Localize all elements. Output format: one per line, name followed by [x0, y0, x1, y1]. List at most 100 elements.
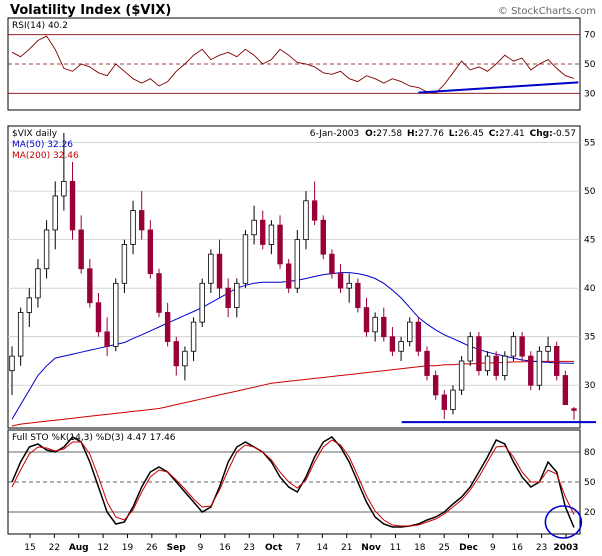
candle-body [363, 307, 370, 333]
candle-body [260, 219, 266, 245]
candle-body [43, 229, 50, 270]
candle-body [545, 346, 551, 352]
x-tick-label: Nov [361, 543, 381, 553]
x-tick-label: Dec [459, 543, 478, 553]
candle-body [87, 268, 93, 304]
candle-body [190, 321, 197, 352]
candle-body [173, 341, 179, 367]
close-value: 27.41 [499, 129, 525, 139]
close-label: C: [489, 129, 499, 139]
x-tick-label: 25 [438, 543, 449, 553]
candle-body [311, 200, 318, 221]
candle-body [251, 219, 257, 236]
y-tick-label: 30 [584, 89, 596, 99]
candle-body [562, 375, 569, 406]
candle-body [104, 331, 110, 347]
ohlc-readout: 6-Jan-2003 O:27.58 H:27.76 L:26.45 C:27.… [310, 129, 576, 139]
chart-svg: Volatility Index ($VIX) © StockCharts.co… [7, 3, 596, 553]
candle-body [415, 321, 422, 352]
candle-body [78, 229, 84, 270]
x-tick-label: Oct [265, 543, 283, 553]
price-axis: 30 35 40 45 50 55 [584, 139, 596, 392]
candle-body [130, 210, 136, 245]
price-panel [7, 125, 581, 429]
candle-body [476, 336, 482, 372]
candle-body [510, 336, 517, 357]
candle-body [502, 355, 508, 376]
x-tick-label: 16 [219, 543, 231, 553]
candle-body [61, 180, 67, 197]
x-tick-label: 16 [512, 543, 524, 553]
candle-body [95, 302, 102, 333]
chart-title: Volatility Index ($VIX) [10, 3, 171, 18]
open-value: 27.58 [376, 129, 402, 139]
symbol-label: $VIX daily [12, 129, 58, 139]
copyright: © StockCharts.com [498, 6, 596, 17]
x-axis: 15 22 Aug 12 19 26 Sep 9 16 23 Oct 7 14 21 Nov 11 18 25 De… [24, 534, 579, 553]
candle-body [138, 210, 145, 231]
x-tick-label: 15 [24, 543, 35, 553]
x-tick-label: Aug [69, 543, 89, 553]
x-tick-label: 14 [317, 543, 329, 553]
candle-body [294, 239, 301, 289]
candle-body [528, 355, 534, 386]
candle-body [519, 336, 525, 357]
candle-body [164, 312, 171, 342]
change-label: Chg: [530, 129, 553, 139]
y-tick-label: 30 [584, 381, 596, 391]
x-tick-label: 9 [198, 543, 204, 553]
x-tick-label: 22 [49, 543, 60, 553]
candle-body [26, 297, 32, 313]
candle-body [484, 355, 491, 372]
candle-body [355, 282, 361, 308]
candle-body [450, 389, 456, 410]
candle-body [424, 350, 430, 376]
y-tick-label: 70 [584, 31, 596, 41]
ohlc-date: 6-Jan-2003 [310, 129, 360, 139]
x-tick-label: 12 [97, 543, 108, 553]
candle-body [407, 321, 413, 342]
y-tick-label: 55 [584, 139, 595, 149]
x-tick-label: 23 [244, 543, 255, 553]
candle-body [398, 341, 404, 352]
candle-body [381, 316, 387, 338]
y-tick-label: 45 [584, 236, 595, 246]
candle-body [69, 180, 76, 231]
candle-body [113, 282, 119, 347]
x-tick-label: 21 [341, 543, 352, 553]
candle-body [493, 355, 499, 376]
y-tick-label: 35 [584, 333, 595, 343]
candle-body [329, 253, 335, 275]
x-tick-label: 23 [536, 543, 547, 553]
candle-body [285, 263, 292, 289]
candle-body [337, 273, 344, 289]
low-label: L: [449, 129, 458, 139]
sto-axis: 20 50 80 [584, 448, 596, 518]
x-tick-label: 7 [295, 543, 301, 553]
x-tick-label: Sep [167, 543, 187, 553]
y-tick-label: 20 [584, 508, 596, 518]
candle-body [536, 350, 543, 386]
candle-body [52, 195, 58, 231]
x-tick-label: 26 [146, 543, 158, 553]
ma50-label: MA(50) 32.26 [12, 140, 73, 150]
ma200-label: MA(200) 32.46 [12, 151, 79, 161]
candle-body [467, 336, 473, 362]
candle-body [458, 360, 465, 391]
candle-body [225, 287, 231, 308]
x-tick-label: 18 [414, 543, 426, 553]
candle-body [432, 375, 439, 396]
candle-body [554, 346, 560, 376]
rsi-axis: 30 50 70 [584, 31, 596, 100]
candle-body [35, 268, 41, 299]
y-tick-label: 40 [584, 284, 596, 294]
candle-body [372, 316, 378, 333]
candle-body [234, 282, 240, 308]
x-tick-label: 19 [122, 543, 134, 553]
candle-body [242, 234, 249, 284]
open-label: O: [365, 129, 376, 139]
candle-body [320, 219, 326, 255]
candle-body [9, 355, 15, 372]
candle-body [156, 273, 162, 313]
y-tick-label: 50 [584, 478, 596, 488]
